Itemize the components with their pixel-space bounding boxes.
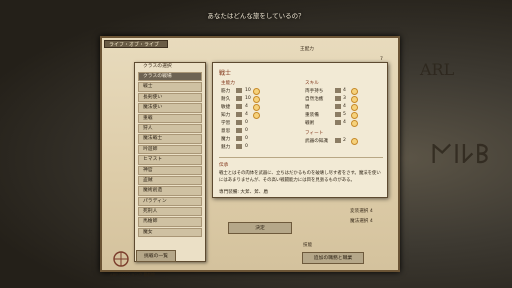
- stat-row: 敏捷 4: [221, 104, 260, 111]
- footer-status: ABP 100/0 ランク 最前線: [110, 272, 155, 277]
- stat-row: 魅力 0: [221, 144, 248, 150]
- divider: [219, 157, 383, 158]
- stat-row: 筋力 10: [221, 88, 260, 95]
- skills-heading: スキル: [305, 81, 319, 86]
- class-option[interactable]: パラディン: [138, 196, 202, 207]
- add-profession-button[interactable]: 追加の職務と職業: [302, 252, 364, 264]
- stat-row: 魔力 0: [221, 136, 248, 142]
- header-right-label: 王配力: [300, 47, 314, 52]
- skill-row: 戦術 4: [305, 120, 358, 127]
- class-option[interactable]: 盗賊: [138, 175, 202, 186]
- class-option[interactable]: 魔法戦士: [138, 134, 202, 144]
- class-option[interactable]: 吟遊師: [138, 144, 202, 155]
- lore-heading: 伝承: [219, 163, 229, 168]
- crest-icon: [113, 251, 129, 267]
- class-option[interactable]: 魔術創造: [138, 186, 202, 196]
- tooltip-title: 戦士: [219, 70, 232, 77]
- class-option[interactable]: 長剣使い: [138, 92, 202, 103]
- class-option[interactable]: 神官: [138, 165, 202, 175]
- class-option[interactable]: ヒマスト: [138, 155, 202, 165]
- map-decoration: ARL: [420, 60, 455, 79]
- class-tooltip: 戦士 主能力 スキル 筋力 10 耐久 10 敏捷 4 知力 4 学習 0 意思 0 魔力 0…: [212, 62, 388, 198]
- skill-row: 両手持ち 4: [305, 88, 358, 95]
- class-option[interactable]: 重戦: [138, 113, 202, 123]
- stat-row: 意思 0: [221, 128, 248, 134]
- sheet-tab[interactable]: ライフ・オブ・ライブ: [104, 40, 168, 48]
- class-option[interactable]: 魔女: [138, 227, 202, 238]
- feats-heading: フィート: [305, 131, 324, 136]
- equip-select-label: 変装選択 4: [350, 209, 373, 214]
- stat-row: 知力 4: [221, 112, 260, 119]
- skill-row: 盾4: [305, 104, 358, 111]
- class-option[interactable]: 馬槍師: [138, 217, 202, 227]
- list-button[interactable]: 挑戦の一覧: [136, 250, 176, 262]
- dropdown-header: クラスの選択: [143, 64, 172, 69]
- main-stats-heading: 主能力: [221, 81, 235, 86]
- class-dropdown[interactable]: クラスの選択 クラスの戦場 戦士 長剣使い 魔法使い 重戦 狩人 魔法戦士 吟遊…: [134, 62, 206, 262]
- feat-row: 武器の知識 2: [305, 138, 358, 145]
- stat-row: 耐久 10: [221, 96, 260, 103]
- map-decoration: 𐌍𐌉𐌋𐌁: [430, 140, 491, 170]
- equipment-line: 専門装備: 大斧、斧、盾: [219, 190, 268, 195]
- class-option[interactable]: 戦士: [138, 82, 202, 92]
- class-option[interactable]: クラスの戦場: [138, 72, 202, 82]
- confirm-button[interactable]: 決定: [228, 222, 292, 234]
- stat-row: 学習 0: [221, 120, 248, 126]
- class-option[interactable]: 狩人: [138, 123, 202, 134]
- skill-row: 自然治癒 3: [305, 96, 358, 103]
- class-description: 戦士とはその肉体を武器に、立ちはだかるものを破壊し尽す者をさす。魔法を使いにはあ…: [219, 171, 381, 183]
- magic-select-label: 魔法選択 4: [350, 219, 373, 224]
- class-option[interactable]: 魔法使い: [138, 103, 202, 113]
- class-option[interactable]: 死刑人: [138, 207, 202, 217]
- skill-row: 重装備 5: [305, 112, 358, 119]
- screen-prompt: あなたはどんな旅をしているの？: [207, 12, 305, 20]
- skills-label: 技能: [303, 243, 313, 248]
